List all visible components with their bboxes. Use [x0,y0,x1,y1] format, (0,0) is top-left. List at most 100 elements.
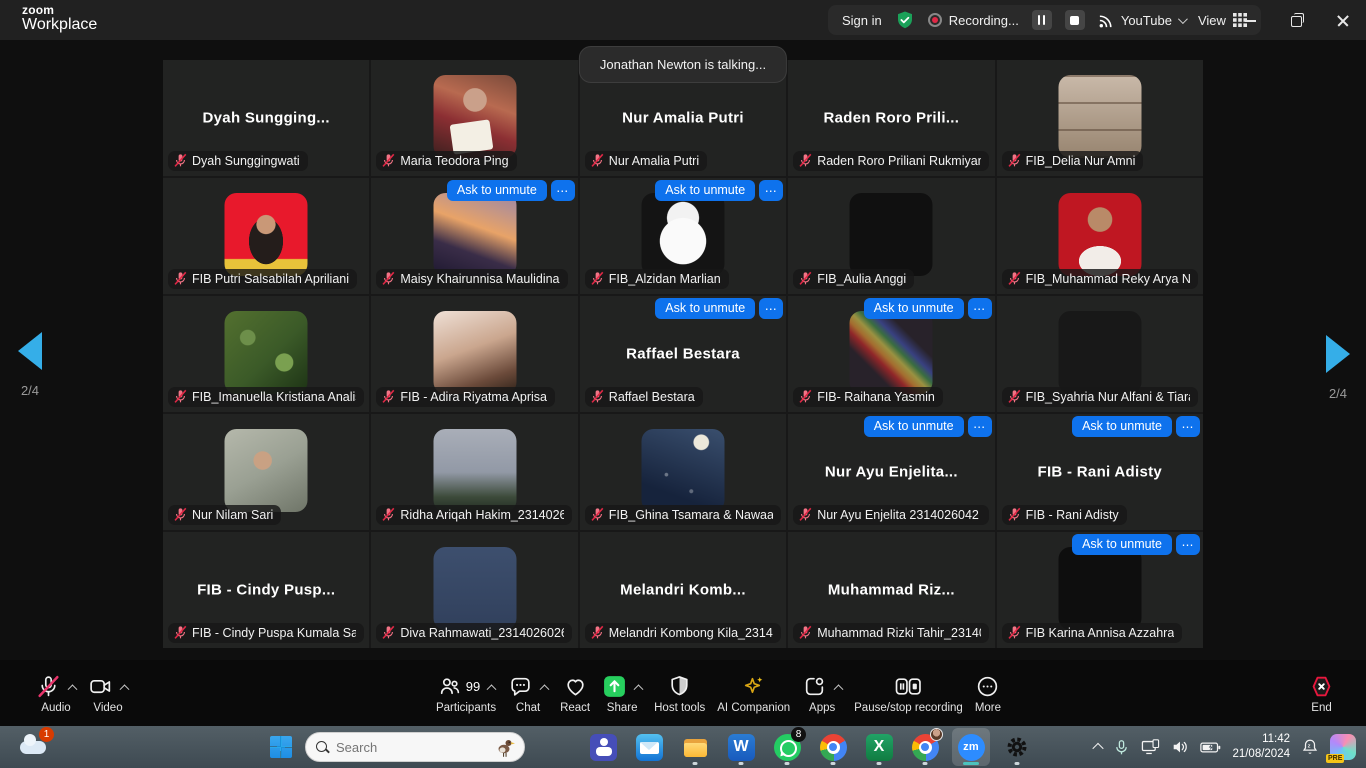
ask-to-unmute-button[interactable]: Ask to unmute [1072,534,1172,555]
taskbar-search[interactable] [305,732,525,762]
ask-to-unmute-button[interactable]: Ask to unmute [1072,416,1172,437]
participant-tile-1[interactable]: Dyah Sungging... Dyah Sunggingwati [163,60,369,176]
participant-tile-18[interactable]: FIB_Ghina Tsamara & Nawaal ... [580,414,786,530]
participant-tile-13[interactable]: Ask to unmute ⋯ Raffael Bestara Raffael … [580,296,786,412]
participant-tile-14[interactable]: Ask to unmute ⋯ FIB- Raihana Yasmin [788,296,994,412]
livestream-youtube-dropdown[interactable]: YouTube [1098,12,1185,29]
start-button[interactable] [264,730,298,764]
zoom-workplace-logo: zoom Workplace [22,4,97,33]
security-shield-icon [895,10,915,30]
ask-to-unmute-group: Ask to unmute ⋯ [864,416,992,437]
tile-more-button[interactable]: ⋯ [1176,534,1200,555]
participant-tile-21[interactable]: FIB - Cindy Pusp... FIB - Cindy Puspa Ku… [163,532,369,648]
taskbar-app-whatsapp[interactable]: 8 [768,728,806,766]
chevron-up-icon[interactable] [487,684,497,694]
previous-page-button[interactable]: 2/4 [8,332,52,398]
taskbar-app-word[interactable]: W [722,728,760,766]
toolbar-apps-button[interactable]: Apps [796,668,848,718]
taskbar-app-excel[interactable]: X [860,728,898,766]
toolbar-participants-button[interactable]: 99 Participants [430,668,502,718]
chevron-up-icon[interactable] [68,684,78,694]
cast-display-tray-button[interactable] [1141,739,1160,756]
sign-in-button[interactable]: Sign in [842,13,882,28]
restore-button[interactable] [1274,0,1320,40]
close-button[interactable] [1320,0,1366,40]
taskbar-app-explorer[interactable] [676,728,714,766]
ask-to-unmute-button[interactable]: Ask to unmute [655,180,755,201]
muted-mic-icon [173,625,188,640]
participant-tile-25[interactable]: Ask to unmute ⋯ FIB Karina Annisa Azzahr… [997,532,1203,648]
toolbar-react-button[interactable]: React [554,668,596,718]
participant-tile-11[interactable]: FIB_Imanuella Kristiana Analis [163,296,369,412]
participant-tile-2[interactable]: Maria Teodora Ping [371,60,577,176]
taskbar-app-teams[interactable] [584,728,622,766]
participant-tile-22[interactable]: Diva Rahmawati_2314026026 [371,532,577,648]
toolbar-host-tools-button[interactable]: Host tools [648,668,711,718]
minimize-button[interactable] [1228,0,1274,40]
ask-to-unmute-button[interactable]: Ask to unmute [447,180,547,201]
participant-tile-16[interactable]: Nur Nilam Sari [163,414,369,530]
ask-to-unmute-group: Ask to unmute ⋯ [655,298,783,319]
battery-tray-button[interactable] [1200,741,1221,754]
meeting-stage: Jonathan Newton is talking... Dyah Sungg… [0,40,1366,660]
participant-tile-15[interactable]: FIB_Syahria Nur Alfani & Tiara... [997,296,1203,412]
chevron-up-icon[interactable] [834,684,844,694]
participant-tile-9[interactable]: FIB_Aulia Anggi [788,178,994,294]
participant-tile-8[interactable]: Ask to unmute ⋯ FIB_Alzidan Marlian [580,178,786,294]
microphone-tray-button[interactable] [1113,739,1130,756]
zoom-meeting-window: zoom Workplace Sign in Recording... YouT… [0,0,1366,768]
titlebar-controls: Sign in Recording... YouTube View [828,5,1261,35]
toolbar-end-button[interactable]: End [1303,668,1340,718]
ask-to-unmute-button[interactable]: Ask to unmute [864,298,964,319]
taskbar-app-chrome[interactable] [814,728,852,766]
volume-tray-button[interactable] [1171,738,1189,756]
copilot-pre-badge: PRE [1326,754,1344,763]
taskbar-app-settings[interactable] [998,728,1036,766]
taskbar-app-chrome-profile[interactable] [906,728,944,766]
search-input[interactable] [336,740,466,755]
participant-tile-24[interactable]: Muhammad Riz... Muhammad Rizki Tahir_231… [788,532,994,648]
participant-tile-5[interactable]: FIB_Delia Nur Amni [997,60,1203,176]
toolbar-share-button[interactable]: Share [596,668,648,718]
chevron-up-icon[interactable] [120,684,130,694]
tile-more-button[interactable]: ⋯ [759,298,783,319]
pause-recording-button[interactable] [1032,10,1052,30]
notifications-button[interactable]: z [1301,738,1319,756]
participant-tile-10[interactable]: FIB_Muhammad Reky Arya Nu... [997,178,1203,294]
participant-tile-4[interactable]: Raden Roro Prili... Raden Roro Priliani … [788,60,994,176]
participant-avatar-maisy [433,193,516,276]
toolbar-record-button[interactable]: Pause/stop recording [848,668,969,718]
toolbar-audio-button[interactable]: Audio [30,668,82,718]
participant-tile-20[interactable]: Ask to unmute ⋯ FIB - Rani Adisty FIB - … [997,414,1203,530]
tile-more-button[interactable]: ⋯ [1176,416,1200,437]
participant-tile-6[interactable]: FIB Putri Salsabilah Apriliani [163,178,369,294]
participant-tile-12[interactable]: FIB - Adira Riyatma Aprisa [371,296,577,412]
ask-to-unmute-button[interactable]: Ask to unmute [655,298,755,319]
copilot-button[interactable]: PRE [1330,734,1356,760]
toolbar-more-button[interactable]: More [969,668,1007,718]
taskbar-app-task-view[interactable] [538,728,576,766]
participant-tile-7[interactable]: Ask to unmute ⋯ Maisy Khairunnisa Maulid… [371,178,577,294]
clock-date[interactable]: 11:42 21/08/2024 [1232,732,1290,762]
tile-more-button[interactable]: ⋯ [968,298,992,319]
participant-name-pill: FIB - Adira Riyatma Aprisa [376,387,555,407]
toolbar-chat-button[interactable]: Chat [502,668,554,718]
chevron-up-icon[interactable] [634,684,644,694]
tile-more-button[interactable]: ⋯ [759,180,783,201]
tile-more-button[interactable]: ⋯ [551,180,575,201]
participant-tile-23[interactable]: Melandri Komb... Melandri Kombong Kila_2… [580,532,786,648]
tile-more-button[interactable]: ⋯ [968,416,992,437]
stop-recording-button[interactable] [1065,10,1085,30]
chevron-up-icon[interactable] [540,684,550,694]
toolbar-ai-companion-button[interactable]: AI Companion [711,668,796,718]
toolbar-video-button[interactable]: Video [82,668,134,718]
taskbar-app-mail[interactable] [630,728,668,766]
ask-to-unmute-button[interactable]: Ask to unmute [864,416,964,437]
participant-tile-19[interactable]: Ask to unmute ⋯ Nur Ayu Enjelita... Nur … [788,414,994,530]
weather-widget-button[interactable]: 1 [16,731,52,763]
taskbar-app-zoom[interactable]: zm [952,728,990,766]
audio-icon [36,674,61,699]
next-page-button[interactable]: 2/4 [1316,335,1360,401]
participant-tile-17[interactable]: Ridha Ariqah Hakim_2314026... [371,414,577,530]
tray-overflow-button[interactable] [1094,743,1102,751]
